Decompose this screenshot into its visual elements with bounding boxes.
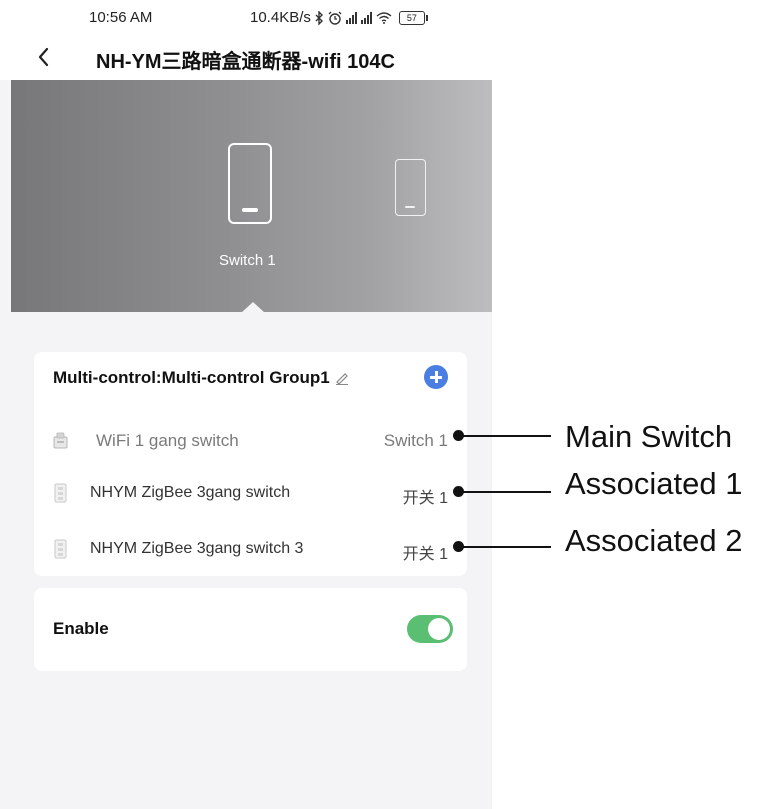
bluetooth-icon (315, 10, 323, 25)
device-row-associated-1[interactable]: NHYM ZigBee 3gang switch 开关 1 (34, 478, 467, 508)
selected-switch-label: Switch 1 (219, 252, 276, 269)
signal-icon (345, 11, 357, 24)
pointer-line (461, 435, 551, 437)
toggle-knob (428, 618, 450, 640)
edit-pencil-icon[interactable] (334, 371, 350, 385)
switch-selector-panel: Switch 1 (11, 80, 492, 313)
device-name: NHYM ZigBee 3gang switch (90, 484, 291, 501)
pointer-line (461, 546, 551, 548)
group-title: Multi-control:Multi-control Group1 (53, 368, 350, 388)
device-channel: Switch 1 (383, 431, 448, 450)
annotation-associated-1: Associated 1 (565, 466, 743, 501)
annotation-main-switch: Main Switch (565, 419, 733, 454)
wifi-icon (376, 12, 392, 24)
battery-icon: 57 (398, 10, 428, 25)
device-row-main[interactable]: WiFi 1 gang switch Switch 1 (34, 426, 467, 456)
status-bar: 10:56 AM 10.4KB/s 57 (0, 0, 492, 36)
selection-pointer (241, 302, 265, 313)
page-title: NH-YM三路暗盒通断器-wifi 104C (96, 51, 395, 73)
switch-1-button[interactable] (228, 143, 272, 224)
enable-toggle[interactable] (407, 615, 453, 643)
net-speed: 10.4KB/s (250, 9, 311, 26)
enable-label: Enable (53, 619, 109, 638)
alarm-icon (328, 11, 342, 25)
wifi-switch-device-icon (53, 432, 68, 449)
device-row-associated-2[interactable]: NHYM ZigBee 3gang switch 3 开关 1 (34, 534, 467, 564)
add-device-button[interactable] (424, 365, 448, 389)
device-name: WiFi 1 gang switch (96, 431, 239, 450)
phone-screen: 10:56 AM 10.4KB/s 57 NH-YM三路暗盒通断器-wifi 1… (0, 0, 492, 809)
multi-control-group-card: Multi-control:Multi-control Group1 WiFi … (34, 352, 467, 576)
annotation-associated-2: Associated 2 (565, 523, 743, 558)
zigbee-switch-device-icon (54, 483, 67, 503)
device-channel: 开关 1 (402, 490, 448, 507)
pointer-line (461, 491, 551, 493)
switch-indicator (405, 206, 415, 208)
switch-indicator (242, 208, 258, 212)
group-title-text: Multi-control:Multi-control Group1 (53, 368, 330, 387)
back-arrow-icon[interactable] (34, 44, 54, 70)
status-icons: 10.4KB/s 57 (250, 9, 428, 26)
switch-2-button[interactable] (395, 159, 426, 216)
status-time: 10:56 AM (89, 9, 153, 26)
device-channel: 开关 1 (402, 546, 448, 563)
signal-icon (360, 11, 372, 24)
nav-bar: NH-YM三路暗盒通断器-wifi 104C (0, 36, 492, 80)
device-name: NHYM ZigBee 3gang switch 3 (90, 540, 304, 557)
zigbee-switch-device-icon (54, 539, 67, 559)
enable-card: Enable (34, 588, 467, 671)
